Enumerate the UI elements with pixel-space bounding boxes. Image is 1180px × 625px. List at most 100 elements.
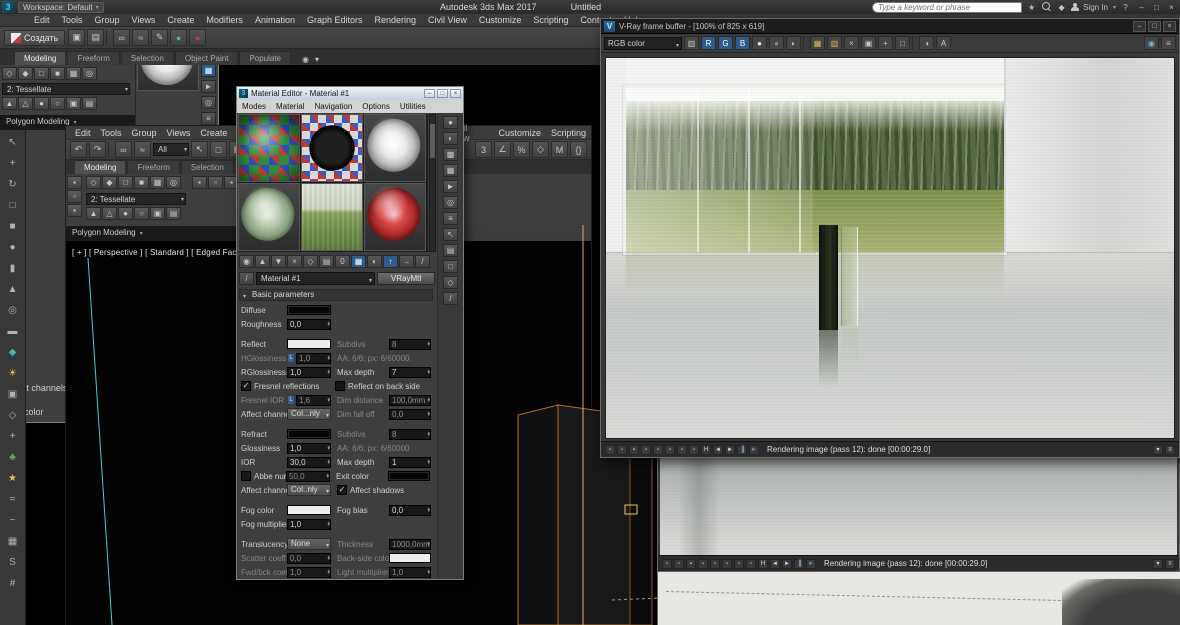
material-type-button[interactable]: VRayMtl (377, 272, 435, 285)
material-sample-black[interactable] (301, 114, 363, 182)
translucency-dropdown[interactable]: None (287, 538, 331, 550)
next-image-icon[interactable]: ► (725, 444, 735, 455)
abbe-checkbox[interactable] (241, 471, 251, 481)
pause-icon[interactable]: ▐ (794, 558, 804, 569)
plane-icon[interactable]: ▬ (4, 323, 21, 339)
get-material-icon[interactable]: ◉ (239, 255, 254, 268)
create-button[interactable]: Создать (4, 29, 66, 46)
workspace-dropdown[interactable]: Workspace: Default ▾ (18, 1, 104, 13)
minimize-button[interactable]: – (424, 89, 435, 98)
fog-multiplier-spinner[interactable]: 1,0 (287, 518, 331, 530)
fog-bias-spinner[interactable]: 0,0 (389, 504, 431, 516)
next-image-icon[interactable]: ► (782, 558, 792, 569)
fwdbck-coeff-spinner[interactable]: 1,0 (287, 566, 331, 578)
swap-half-icon[interactable]: ◐ (786, 36, 801, 50)
abbe-spinner[interactable]: 50,0 (286, 470, 330, 482)
star-icon[interactable]: ★ (4, 470, 21, 486)
material-sample-red[interactable] (364, 183, 426, 251)
poly-tool-icon[interactable]: ◇ (2, 67, 17, 80)
menu-icon[interactable]: ≡ (1165, 558, 1175, 569)
lock-icon[interactable]: L (287, 352, 295, 363)
green-channel-icon[interactable]: G (718, 36, 733, 50)
menu-group[interactable]: Group (89, 15, 126, 25)
monochrome-icon[interactable]: ● (752, 36, 767, 50)
sphere-icon[interactable]: ● (4, 239, 21, 255)
tab-populate[interactable]: Populate (239, 51, 292, 65)
material-sample-grass[interactable] (301, 183, 363, 251)
menu-modes[interactable]: Modes (237, 102, 271, 111)
video-color-check-icon[interactable]: ► (443, 180, 458, 193)
light-icon[interactable]: ☀ (4, 365, 21, 381)
material-sample-green[interactable] (238, 183, 300, 251)
status-toggle-icon[interactable]: ▪ (689, 444, 699, 455)
blue-channel-icon[interactable]: B (735, 36, 750, 50)
bone-icon[interactable]: ~ (4, 512, 21, 528)
status-toggle-icon[interactable]: ▪ (677, 444, 687, 455)
open-icon[interactable]: ▤ (87, 29, 105, 46)
tab-modeling[interactable]: Modeling (14, 51, 67, 65)
go-forward-icon[interactable]: → (399, 255, 414, 268)
diffuse-color-swatch[interactable] (287, 305, 331, 315)
material-sample-checker[interactable] (238, 114, 300, 182)
render-image[interactable] (605, 57, 1175, 439)
show-end-result-icon[interactable]: ◐ (367, 255, 382, 268)
sample-type-icon[interactable]: ● (443, 116, 458, 129)
scrollbar-thumb[interactable] (430, 124, 435, 158)
app-logo-icon[interactable]: 3 (2, 1, 14, 13)
put-to-library-icon[interactable]: ▤ (319, 255, 334, 268)
pause-icon[interactable]: ▐ (737, 444, 747, 455)
menu-views[interactable]: Views (126, 15, 162, 25)
refract-color-swatch[interactable] (287, 429, 331, 439)
close-button[interactable]: × (450, 89, 461, 98)
scatter-coeff-spinner[interactable]: 0,0 (287, 552, 331, 564)
status-toggle-icon[interactable]: ▪ (617, 444, 627, 455)
menu-tools[interactable]: Tools (56, 15, 89, 25)
menu-material[interactable]: Material (271, 102, 309, 111)
teapot-icon[interactable]: ◆ (4, 344, 21, 360)
grid-icon[interactable]: # (4, 575, 21, 591)
max-depth-spinner[interactable]: 7 (389, 366, 431, 378)
affect-shadows-checkbox[interactable] (337, 485, 347, 495)
camera-icon[interactable]: ▣ (4, 386, 21, 402)
red-channel-icon[interactable]: R (701, 36, 716, 50)
vfb-titlebar[interactable]: V V-Ray frame buffer - [100% of 825 x 61… (601, 19, 1179, 34)
foliage-icon[interactable]: ♣ (4, 449, 21, 465)
status-toggle-icon[interactable]: ▪ (653, 444, 663, 455)
minimize-button[interactable]: – (1133, 20, 1146, 32)
bind-spacewarp-icon[interactable]: ≈ (132, 29, 150, 46)
status-toggle-icon[interactable]: ▪ (686, 558, 696, 569)
show-in-viewport-icon[interactable]: ▦ (351, 255, 366, 268)
box-icon[interactable]: ■ (4, 218, 21, 234)
status-toggle-icon[interactable]: ▪ (665, 444, 675, 455)
glossiness-spinner[interactable]: 1,0 (287, 442, 331, 454)
scale-icon[interactable]: □ (4, 197, 21, 213)
material-navigator-icon[interactable]: ▤ (443, 244, 458, 257)
menu-customize[interactable]: Customize (473, 15, 528, 25)
affect-channels2-dropdown[interactable]: Col..nly (287, 484, 331, 496)
make-preview-icon[interactable]: ◎ (443, 196, 458, 209)
status-toggle-icon[interactable]: ▪ (746, 558, 756, 569)
options-icon[interactable]: ≡ (443, 212, 458, 225)
maximize-button[interactable]: □ (437, 89, 448, 98)
paint-icon[interactable]: ● (170, 29, 188, 46)
close-button[interactable]: × (1165, 1, 1178, 13)
rglossiness-spinner[interactable]: 1,0 (287, 366, 331, 378)
status-toggle-icon[interactable]: ▪ (605, 444, 615, 455)
menu-rendering[interactable]: Rendering (369, 15, 423, 25)
fresnel-checkbox[interactable] (241, 381, 251, 391)
sample-scrollbar[interactable] (429, 114, 436, 252)
flyout-icon[interactable]: ▾ (313, 54, 321, 65)
tab-selection[interactable]: Selection (120, 51, 174, 65)
prev-image-icon[interactable]: ◄ (770, 558, 780, 569)
basic-parameters-rollout[interactable]: Basic parameters (239, 289, 433, 302)
dropdown-icon[interactable]: ▾ (1153, 558, 1163, 569)
reflect-color-swatch[interactable] (287, 339, 331, 349)
status-toggle-icon[interactable]: ▪ (662, 558, 672, 569)
tab-object-paint[interactable]: Object Paint (174, 51, 239, 65)
menu-options[interactable]: Options (357, 102, 395, 111)
cone-icon[interactable]: ▲ (4, 281, 21, 297)
material-id-icon[interactable]: 0 (335, 255, 350, 268)
affect-channels-dropdown[interactable]: Col...nly (287, 408, 331, 420)
region-render-icon[interactable]: □ (895, 36, 910, 50)
populate-icon[interactable]: ◉ (300, 54, 311, 65)
